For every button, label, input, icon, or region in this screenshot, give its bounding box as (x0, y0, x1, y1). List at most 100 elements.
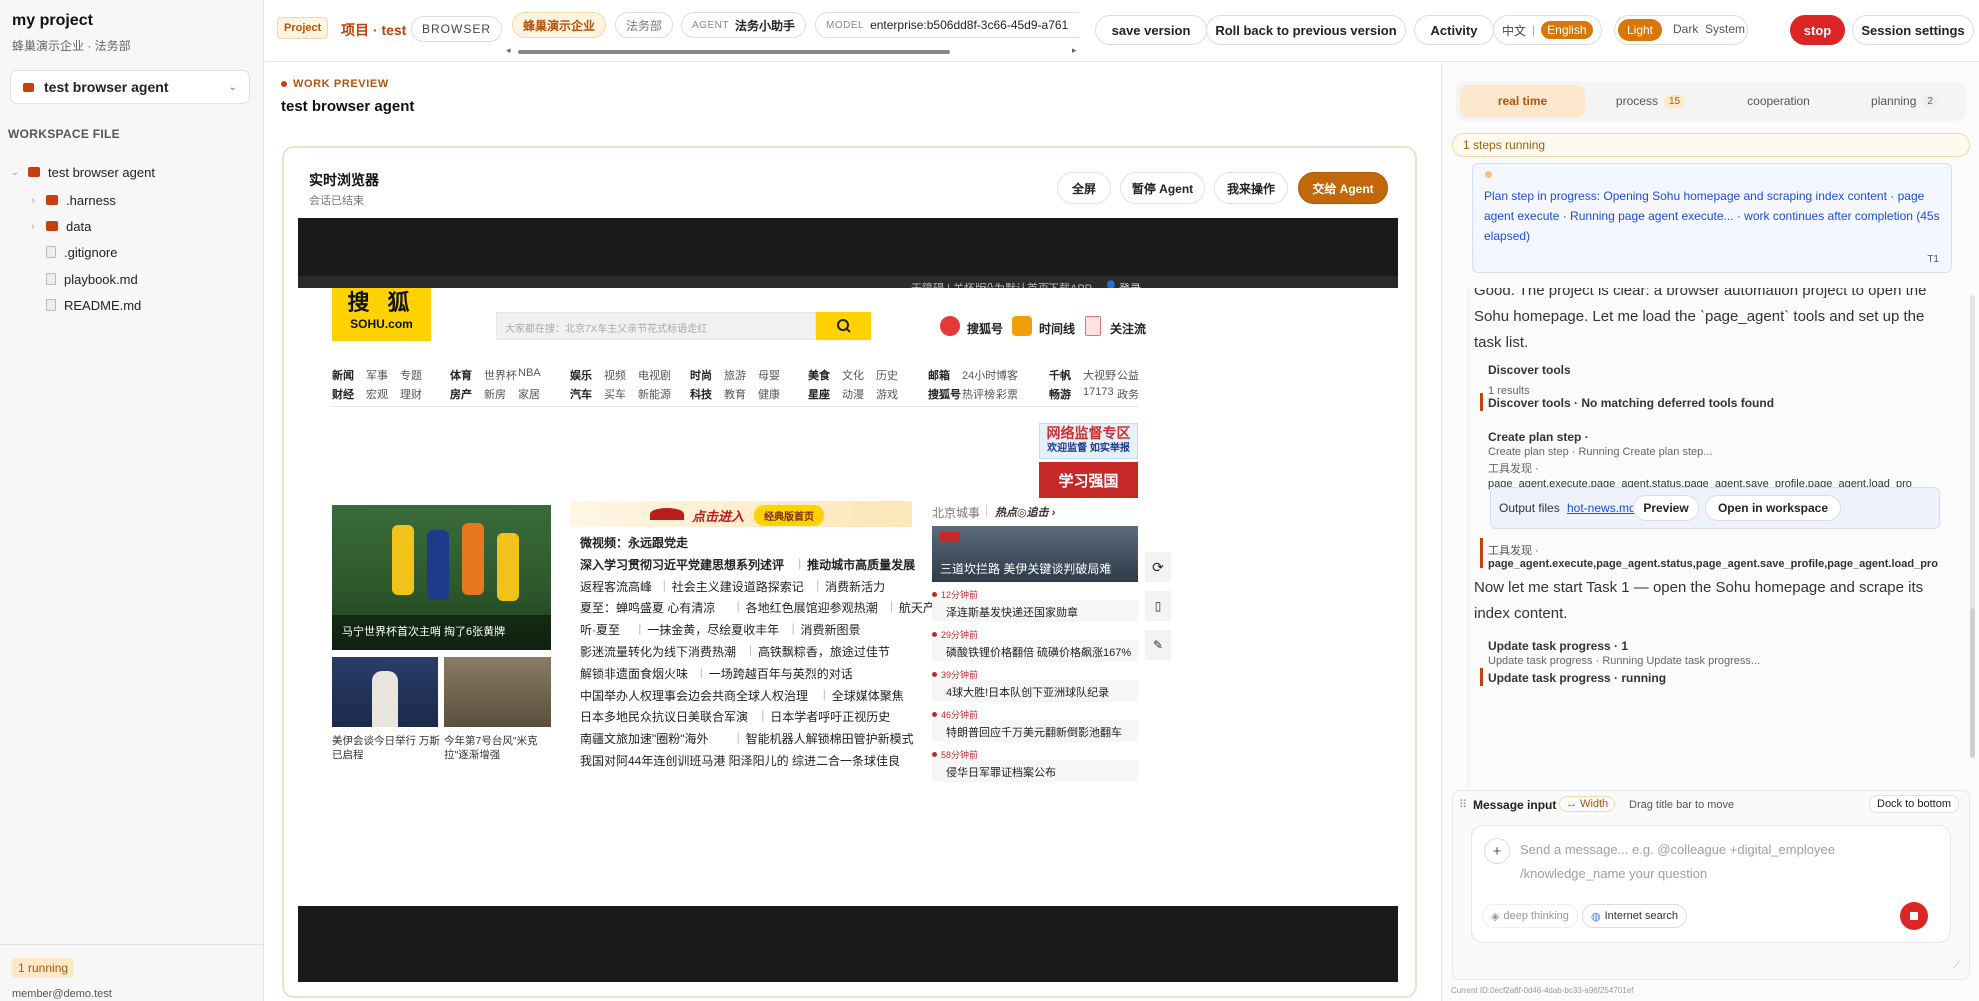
sohu-nav-link[interactable]: 财经 (332, 386, 354, 402)
sohu-nav-link[interactable]: 大视野 (1083, 367, 1116, 383)
sohu-nav-link[interactable]: 历史 (876, 367, 898, 383)
sohu-nav-link[interactable]: 家居 (518, 386, 540, 402)
sohu-nav-link[interactable]: NBA (518, 367, 541, 379)
main-news-image[interactable]: 马宁世界杯首次主哨 掏了6张黄牌 (332, 505, 551, 650)
sohu-nav-link[interactable]: 房产 (450, 386, 472, 402)
thumb-caption[interactable]: 今年第7号台风"米克拉"逐渐增强 (444, 734, 554, 762)
classic-home-button[interactable]: 经典版首页 (754, 505, 824, 526)
save-version-button[interactable]: save version (1095, 15, 1207, 45)
headline-link[interactable]: 我国对阿44年连创训班马港 阳泽阳儿的 综进二合一条球佳良 (580, 752, 900, 769)
drag-handle-icon[interactable]: ⠿ (1459, 798, 1467, 811)
scroll-left-icon[interactable]: ◂ (506, 45, 511, 56)
headline-link[interactable]: 推动城市高质量发展 (807, 556, 915, 573)
pause-agent-button[interactable]: 暂停 Agent (1120, 172, 1205, 204)
headline-link[interactable]: 一场跨越百年与英烈的对话 (709, 665, 853, 682)
headline-link[interactable]: 各地红色展馆迎参观热潮 (746, 599, 878, 616)
language-toggle[interactable]: 中文 | English (1493, 15, 1602, 45)
headline-link[interactable]: 南疆文旅加速"圈粉"海外 (580, 730, 709, 747)
theme-dark[interactable]: Dark (1673, 22, 1698, 36)
sohu-nav-link[interactable]: 星座 (808, 386, 830, 402)
tab-cooperation[interactable]: cooperation (1716, 85, 1841, 117)
sohu-search-input[interactable]: 大家都在搜：北京7X车主父亲节花式标语走红 (496, 312, 816, 340)
sohu-nav-link[interactable]: 搜狐号 (928, 386, 961, 402)
deep-thinking-toggle[interactable]: ◈ deep thinking (1482, 904, 1578, 928)
sohu-nav-link[interactable]: 娱乐 (570, 367, 592, 383)
sohu-nav-link[interactable]: 军事 (366, 367, 388, 383)
headline-link[interactable]: 解锁非遗面食烟火味 (580, 665, 688, 682)
steps-running-bar[interactable]: 1 steps running (1452, 133, 1970, 157)
sohu-nav-link[interactable]: 专题 (400, 367, 422, 383)
topbar-scrollbar[interactable]: ◂ ▸ (506, 45, 1080, 55)
sohu-nav-link[interactable]: 游戏 (876, 386, 898, 402)
sohu-search-button[interactable] (816, 312, 871, 340)
sohu-right-link[interactable]: 搜狐号 (967, 320, 1003, 337)
fullscreen-button[interactable]: 全屏 (1057, 172, 1111, 204)
sohu-nav-link[interactable]: 美食 (808, 367, 830, 383)
news-headline[interactable]: 泽连斯基发快递还国家勋章 (946, 604, 1078, 620)
sohu-nav-link[interactable]: 17173 (1083, 386, 1114, 398)
sohu-nav-link[interactable]: 公益 (1117, 367, 1139, 383)
output-file-link[interactable]: hot-news.md (1567, 501, 1636, 515)
classic-home-banner[interactable]: 点击进入 经典版首页 (570, 501, 912, 527)
sohu-nav-link[interactable]: 新能源 (638, 386, 671, 402)
sohu-nav-link[interactable]: 彩票 (996, 386, 1018, 402)
sohu-nav-link[interactable]: 热评榜 (962, 386, 995, 402)
news-headline[interactable]: 特朗普回应千万美元翻新倒影池翻车 (946, 724, 1122, 740)
tool-call[interactable]: Discover tools 1 results (1488, 363, 1571, 397)
width-button[interactable]: ↔ Width (1559, 796, 1616, 812)
headline-link[interactable]: 消费新活力 (825, 578, 885, 595)
headline-link[interactable]: 日本学者呼吁正视历史 (770, 708, 890, 725)
sohu-nav-link[interactable]: 体育 (450, 367, 472, 383)
refresh-icon[interactable]: ⟳ (1145, 552, 1171, 582)
sohu-nav-link[interactable]: 政务 (1117, 386, 1139, 402)
news-headline[interactable]: 侵华日军罪证档案公布 (946, 764, 1056, 780)
resize-handle-icon[interactable]: ⟋ (1953, 959, 1961, 972)
sohu-nav-link[interactable]: 文化 (842, 367, 864, 383)
tool-call[interactable]: Update task progress · 1 Update task pro… (1488, 639, 1760, 667)
running-badge[interactable]: 1 running (12, 958, 75, 978)
take-over-button[interactable]: 我来操作 (1214, 172, 1288, 204)
agent-chip[interactable]: AGENT 法务小助手 (681, 12, 806, 38)
tool-call[interactable]: Update task progress · running (1488, 671, 1666, 685)
activity-button[interactable]: Activity (1414, 15, 1494, 45)
mobile-icon[interactable]: ▯ (1145, 591, 1171, 621)
chat-scroll-thumb[interactable] (1970, 608, 1975, 758)
preview-button[interactable]: Preview (1633, 495, 1699, 521)
sohu-nav-link[interactable]: 世界杯 (484, 367, 517, 383)
sohu-nav-link[interactable]: 电视剧 (638, 367, 671, 383)
headline-link[interactable]: 返程客流高峰 (580, 578, 652, 595)
headline-link[interactable]: 微视频：永远跟党走 (580, 534, 688, 551)
sohu-nav-link[interactable]: 邮箱 (928, 367, 950, 383)
tree-item-readme[interactable]: README.md (46, 293, 141, 317)
headline-link[interactable]: 听·夏至 (580, 621, 620, 638)
tree-item-harness[interactable]: › .harness (28, 188, 116, 212)
sohu-nav-link[interactable]: 新闻 (332, 367, 354, 383)
city-news-image[interactable]: 三道坎拦路 美伊关键谈判破局难 (932, 526, 1138, 582)
headline-link[interactable]: 一抹金黄，尽绘夏收丰年 (647, 621, 779, 638)
stop-button[interactable]: stop (1790, 15, 1845, 45)
thumb-caption[interactable]: 美伊会谈今日举行 万斯已启程 (332, 734, 442, 762)
sohu-nav-link[interactable]: 科技 (690, 386, 712, 402)
sohu-nav-link[interactable]: 新房 (484, 386, 506, 402)
mode-chip[interactable]: BROWSER (411, 16, 503, 42)
model-chip[interactable]: MODEL enterprise:b506dd8f-3c66-45d9-a761 (815, 12, 1079, 38)
sohu-nav-link[interactable]: 千帆 (1049, 367, 1071, 383)
sohu-nav-link[interactable]: 宏观 (366, 386, 388, 402)
headline-link[interactable]: 中国举办人权理事会边会共商全球人权治理 (580, 687, 808, 704)
org-chip[interactable]: 蜂巢演示企业 (512, 12, 607, 38)
session-settings-button[interactable]: Session settings (1852, 15, 1974, 45)
tool-call[interactable]: Create plan step · Create plan step · Ru… (1488, 430, 1912, 490)
theme-toggle[interactable]: Light Dark System (1614, 15, 1748, 45)
sohu-nav-link[interactable]: 旅游 (724, 367, 746, 383)
sohu-nav-link[interactable]: 母婴 (758, 367, 780, 383)
headline-link[interactable]: 社会主义建设道路探索记 (672, 578, 804, 595)
dept-chip[interactable]: 法务部 (615, 12, 674, 38)
tool-call[interactable]: 工具发现 · page_agent.execute,page_agent.sta… (1488, 540, 1938, 570)
headline-link[interactable]: 全球媒体聚焦 (832, 687, 904, 704)
sohu-nav-link[interactable]: 视频 (604, 367, 626, 383)
city-label[interactable]: 北京城事 (932, 504, 980, 521)
thumb-image[interactable] (444, 657, 551, 727)
lang-zh[interactable]: 中文 (1502, 22, 1526, 39)
scroll-thumb[interactable] (518, 50, 950, 54)
tab-planning[interactable]: planning 2 (1842, 85, 1967, 117)
